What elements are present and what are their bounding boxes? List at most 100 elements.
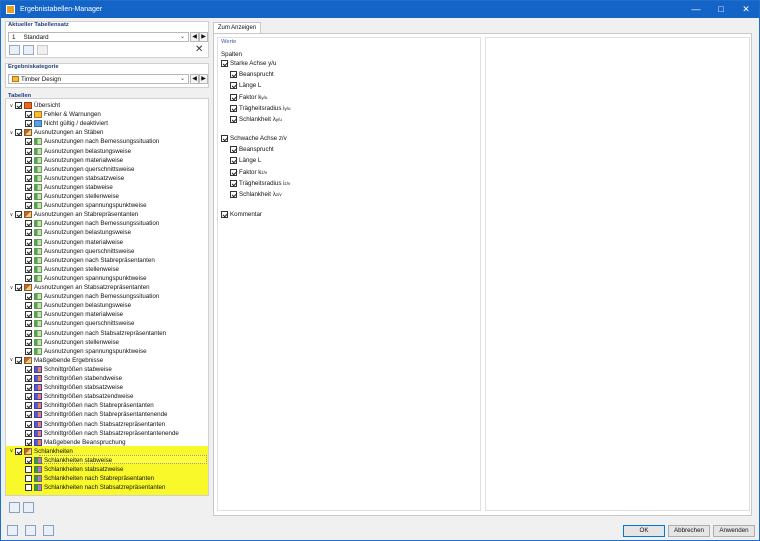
weak-axis-item[interactable]: Trägheitsradius i z/v	[230, 179, 290, 187]
column-checkbox[interactable]	[230, 116, 237, 124]
tree-checkbox[interactable]	[25, 393, 32, 401]
tree-row[interactable]: Schnittgrößen stabendweise	[18, 374, 122, 383]
collapse-icon[interactable]: ∨	[8, 130, 15, 136]
tree-row[interactable]: ∨ Übersicht	[8, 101, 60, 110]
tree-checkbox[interactable]	[25, 247, 32, 255]
tree-checkbox[interactable]	[25, 411, 32, 419]
tree-checkbox[interactable]	[25, 402, 32, 410]
weak-axis-item[interactable]: Beansprucht	[230, 146, 274, 153]
tree-checkbox[interactable]	[15, 129, 22, 137]
tree-row[interactable]: Schnittgrößen stabweise	[18, 365, 112, 374]
units-icon[interactable]	[25, 525, 36, 536]
tree-row[interactable]: Ausnutzungen stellenweise	[18, 192, 119, 201]
tree-row[interactable]: Ausnutzungen spannungspunktweise	[18, 201, 147, 210]
maximize-icon[interactable]: □	[708, 1, 734, 18]
tree-row[interactable]: Ausnutzungen belastungsweise	[18, 147, 131, 156]
collapse-icon[interactable]: ∨	[8, 103, 15, 109]
help-icon[interactable]	[7, 525, 18, 536]
tree-row[interactable]: Schlankheiten stabsatzweise	[18, 465, 123, 474]
collapse-icon[interactable]: ∨	[8, 357, 15, 363]
weak-axis-item[interactable]: Länge L	[230, 157, 261, 165]
tree-row[interactable]: Ausnutzungen stellenweise	[18, 265, 119, 274]
tree-row[interactable]: ∨ Ausnutzungen an Stäben	[8, 128, 104, 137]
tree-row[interactable]: Ausnutzungen stabsatzweise	[18, 174, 124, 183]
tree-checkbox[interactable]	[25, 138, 32, 146]
strong-axis-item[interactable]: Länge L	[230, 82, 261, 90]
weak-axis-item[interactable]: Schlankheit λ z/v	[230, 191, 282, 199]
tree-row[interactable]: Ausnutzungen nach Bemessungssituation	[18, 137, 159, 146]
tree-row[interactable]: ∨ Ausnutzungen an Stabrepräsentanten	[8, 210, 138, 219]
tree-row[interactable]: Schnittgrößen stabsatzendweise	[18, 392, 133, 401]
tree-row[interactable]: Ausnutzungen querschnittsweise	[18, 247, 134, 256]
strong-axis-item[interactable]: Schlankheit λ y/u	[230, 116, 282, 124]
tree-checkbox[interactable]	[25, 274, 32, 282]
comment-checkbox[interactable]	[221, 211, 228, 218]
delete-set-icon[interactable]: ✕	[195, 44, 203, 55]
rename-set-icon[interactable]	[37, 45, 48, 55]
tree-checkbox[interactable]	[25, 429, 32, 437]
column-checkbox[interactable]	[230, 191, 237, 199]
weak-axis-checkbox[interactable]	[221, 135, 228, 142]
tree-row[interactable]: Schlankheiten nach Stabsatzrepräsentante…	[18, 483, 165, 492]
column-checkbox[interactable]	[230, 82, 237, 90]
tree-row[interactable]: Ausnutzungen nach Bemessungssituation	[18, 219, 159, 228]
strong-axis-item[interactable]: Beansprucht	[230, 71, 274, 78]
tree-row[interactable]: Ausnutzungen materialweise	[18, 156, 123, 165]
tree-checkbox[interactable]	[25, 256, 32, 264]
save-set-icon[interactable]	[23, 45, 34, 55]
tree-row[interactable]: Schnittgrößen nach Stabrepräsentanten	[18, 401, 154, 410]
tree-row[interactable]: Ausnutzungen querschnittsweise	[18, 165, 134, 174]
settings-icon[interactable]	[43, 525, 54, 536]
column-checkbox[interactable]	[230, 93, 237, 101]
tree-checkbox[interactable]	[25, 475, 32, 483]
tree-checkbox[interactable]	[25, 375, 32, 382]
tree-checkbox[interactable]	[25, 111, 32, 119]
weak-axis-item[interactable]: Faktor k z/v	[230, 168, 267, 176]
tree-row[interactable]: ∨ Ausnutzungen an Stabsatzrepräsentanten	[8, 283, 150, 292]
column-checkbox[interactable]	[230, 157, 237, 165]
tree-checkbox[interactable]	[25, 220, 32, 228]
tree-row[interactable]: Maßgebende Beanspruchung	[18, 438, 126, 447]
new-set-icon[interactable]	[9, 45, 20, 55]
column-checkbox[interactable]	[230, 104, 237, 112]
tree-row[interactable]: Schlankheiten stabweise	[18, 456, 112, 465]
tree-checkbox[interactable]	[25, 202, 32, 210]
collapse-icon[interactable]: ∨	[8, 212, 15, 218]
tree-checkbox[interactable]	[25, 120, 32, 128]
tree-checkbox[interactable]	[25, 183, 32, 191]
tree-checkbox[interactable]	[25, 329, 32, 337]
tree-checkbox[interactable]	[25, 438, 32, 446]
tree-checkbox[interactable]	[25, 456, 32, 464]
tree-checkbox[interactable]	[25, 165, 32, 173]
column-checkbox[interactable]	[230, 179, 237, 187]
collapse-icon[interactable]: ∨	[8, 448, 15, 454]
tree-checkbox[interactable]	[25, 265, 32, 273]
tree-checkbox[interactable]	[15, 211, 22, 219]
tree-row[interactable]: Ausnutzungen stellenweise	[18, 338, 119, 347]
ok-button[interactable]: OK	[623, 525, 665, 537]
close-icon[interactable]: ✕	[733, 1, 759, 18]
column-checkbox[interactable]	[230, 146, 237, 153]
tree-checkbox[interactable]	[25, 193, 32, 200]
tree-row[interactable]: Ausnutzungen querschnittsweise	[18, 319, 134, 328]
tree-row[interactable]: Schnittgrößen nach Stabsatzrepräsentante…	[18, 429, 179, 438]
tree-checkbox[interactable]	[25, 347, 32, 355]
comment-option[interactable]: Kommentar	[221, 211, 262, 218]
tree-row[interactable]: Fehler & Warnungen	[18, 110, 101, 119]
tree-row[interactable]: Schnittgrößen nach Stabrepräsentantenend…	[18, 410, 168, 419]
tree-checkbox[interactable]	[25, 320, 32, 328]
tree-row[interactable]: Ausnutzungen belastungsweise	[18, 228, 131, 237]
tree-checkbox[interactable]	[15, 447, 22, 455]
deselect-all-icon[interactable]	[23, 502, 34, 513]
tree-row[interactable]: Nicht gültig / deaktiviert	[18, 119, 108, 128]
tree-checkbox[interactable]	[25, 293, 32, 301]
strong-axis-checkbox[interactable]	[221, 60, 228, 67]
next-set-button[interactable]: ▶	[199, 32, 208, 42]
tree-checkbox[interactable]	[25, 420, 32, 428]
tree-row[interactable]: Ausnutzungen spannungspunktweise	[18, 347, 147, 356]
tree-checkbox[interactable]	[25, 311, 32, 319]
column-checkbox[interactable]	[230, 71, 237, 78]
tree-checkbox[interactable]	[25, 384, 32, 392]
previous-category-button[interactable]: ◀	[190, 74, 199, 84]
strong-axis-item[interactable]: Trägheitsradius i y/u	[230, 104, 291, 112]
